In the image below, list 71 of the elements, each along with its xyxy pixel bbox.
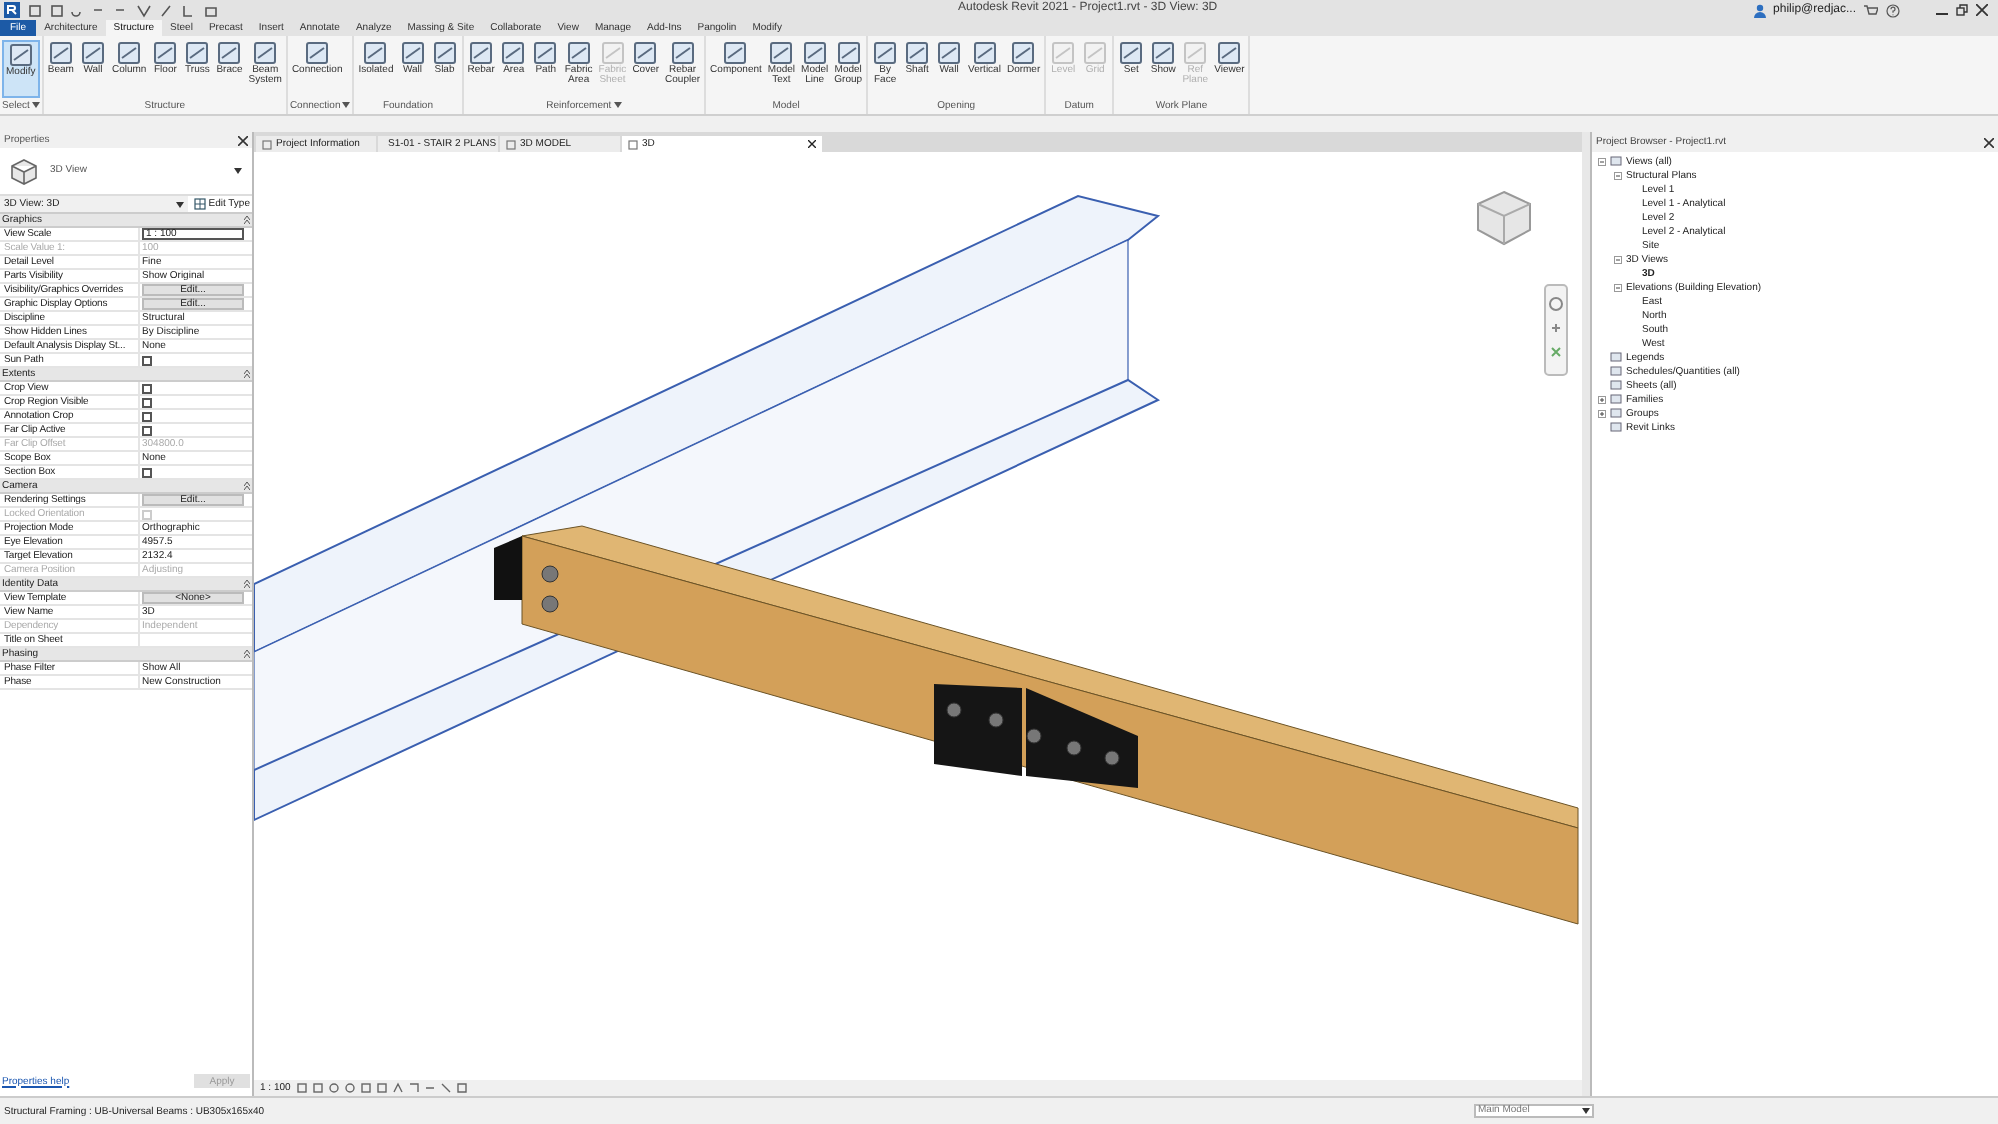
tool-icon	[304, 40, 331, 66]
collapse-icon[interactable]	[244, 370, 250, 378]
tool-icon	[79, 40, 106, 66]
tool-icon	[47, 40, 74, 66]
tool-icon	[152, 40, 179, 66]
tool-icon	[1150, 40, 1177, 66]
tool-icon	[184, 40, 211, 66]
tool-icon	[116, 40, 143, 66]
expand-icon[interactable]	[1598, 409, 1606, 417]
tool-icon	[768, 40, 795, 66]
grid-icon	[194, 198, 207, 210]
close-icon[interactable]	[1976, 4, 1988, 16]
help-icon[interactable]	[1886, 3, 1900, 17]
app-logo-icon[interactable]	[4, 2, 20, 18]
view-cube-icon[interactable]	[1472, 188, 1536, 248]
checkbox[interactable]	[142, 355, 152, 365]
checkbox[interactable]	[142, 411, 152, 421]
collapse-icon[interactable]	[1614, 171, 1622, 179]
tool-icon	[669, 40, 696, 66]
tool-icon	[565, 40, 592, 66]
tool-icon	[801, 40, 828, 66]
tool-icon	[399, 40, 426, 66]
view-icon	[506, 139, 516, 149]
tool-icon	[1118, 40, 1145, 66]
tool-icon	[936, 40, 963, 66]
collapse-icon[interactable]	[1598, 157, 1606, 165]
tool-icon	[362, 40, 389, 66]
quick-access-toolbar-icon[interactable]	[28, 3, 220, 17]
tool-icon	[632, 40, 659, 66]
close-icon[interactable]	[238, 135, 248, 145]
checkbox[interactable]	[142, 383, 152, 393]
tool-icon	[216, 40, 243, 66]
tool-icon	[971, 40, 998, 66]
caret-icon[interactable]	[176, 201, 185, 207]
cart-icon[interactable]	[1864, 3, 1878, 17]
collapse-icon[interactable]	[244, 482, 250, 490]
collapse-icon[interactable]	[244, 650, 250, 658]
expand-icon[interactable]	[1598, 395, 1606, 403]
checkbox[interactable]	[142, 425, 152, 435]
tool-icon	[835, 40, 862, 66]
tool-icon	[1216, 40, 1243, 66]
checkbox[interactable]	[142, 467, 152, 477]
caret-icon[interactable]	[1582, 1108, 1590, 1114]
tool-icon	[722, 40, 749, 66]
tool-icon	[7, 42, 34, 68]
tool-icon	[431, 40, 458, 66]
cube-icon	[10, 157, 38, 185]
caret-icon[interactable]	[31, 102, 40, 108]
user-icon[interactable]	[1753, 3, 1766, 17]
checkbox[interactable]	[142, 397, 152, 407]
restore-icon[interactable]	[1956, 4, 1968, 16]
tool-icon	[872, 40, 899, 66]
tool-icon	[1010, 40, 1037, 66]
navigation-bar-icon[interactable]	[1544, 284, 1568, 376]
caret-icon[interactable]	[613, 102, 622, 108]
close-icon[interactable]	[1984, 137, 1994, 147]
tool-icon	[252, 40, 279, 66]
collapse-icon[interactable]	[1614, 283, 1622, 291]
tool-icon	[500, 40, 527, 66]
folder-icon	[1610, 156, 1622, 166]
tool-icon	[904, 40, 931, 66]
collapse-icon[interactable]	[244, 216, 250, 224]
collapse-icon[interactable]	[244, 580, 250, 588]
tool-icon	[532, 40, 559, 66]
caret-icon[interactable]	[342, 102, 351, 108]
tool-icon	[468, 40, 495, 66]
view-icon	[262, 139, 272, 149]
view-icon	[628, 139, 638, 149]
caret-icon[interactable]	[234, 168, 242, 174]
collapse-icon[interactable]	[1614, 255, 1622, 263]
close-icon[interactable]	[808, 140, 816, 148]
